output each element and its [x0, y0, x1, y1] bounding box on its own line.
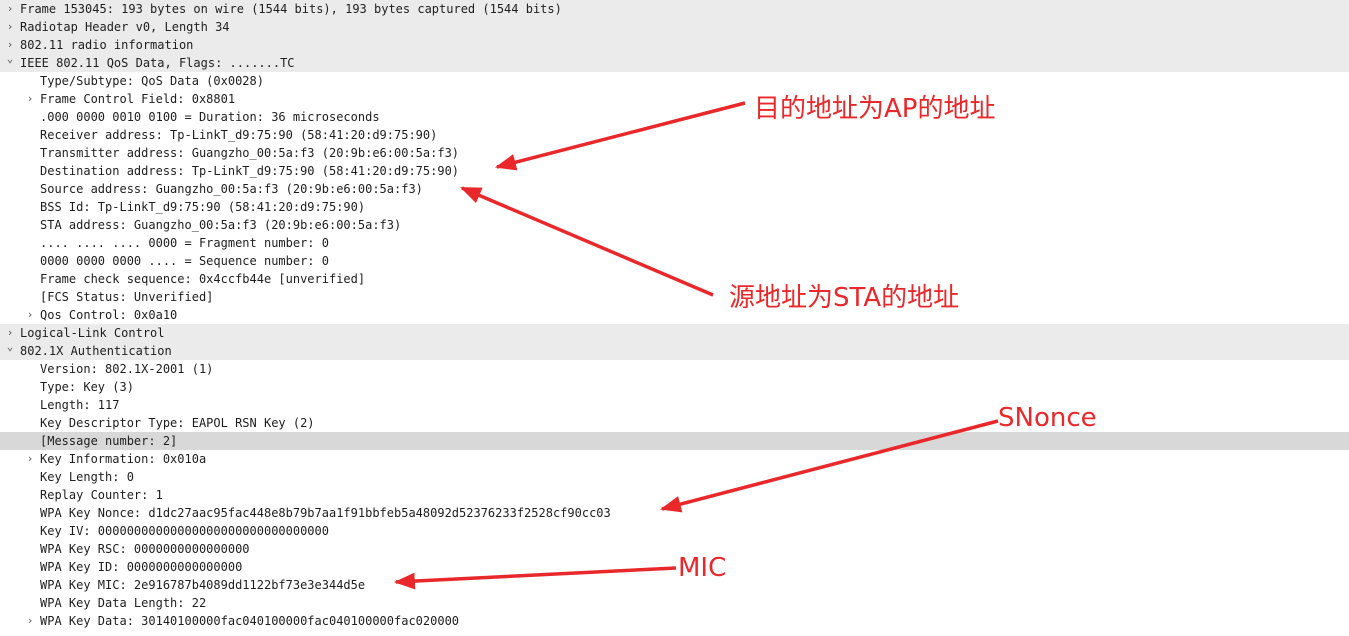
- tree-field-row[interactable]: WPA Key Nonce: d1dc27aac95fac448e8b79b7a…: [0, 504, 1349, 522]
- tree-section-row[interactable]: › Frame 153045: 193 bytes on wire (1544 b…: [0, 0, 1349, 18]
- tree-field-row[interactable]: .000 0000 0010 0100 = Duration: 36 micro…: [0, 108, 1349, 126]
- chevron-right-icon[interactable]: ›: [3, 18, 17, 36]
- chevron-right-icon[interactable]: ›: [23, 306, 37, 324]
- tree-field-row[interactable]: Type: Key (3): [0, 378, 1349, 396]
- chevron-down-icon[interactable]: ⌄: [3, 338, 17, 356]
- tree-row-label: Length: 117: [40, 398, 120, 412]
- tree-row-label: WPA Key ID: 0000000000000000: [40, 560, 243, 574]
- tree-field-row[interactable]: Frame check sequence: 0x4ccfb44e [unveri…: [0, 270, 1349, 288]
- tree-row-label: WPA Key Nonce: d1dc27aac95fac448e8b79b7a…: [40, 506, 611, 520]
- tree-field-row[interactable]: Type/Subtype: QoS Data (0x0028): [0, 72, 1349, 90]
- tree-row-label: Type: Key (3): [40, 380, 134, 394]
- snonce-annotation: SNonce: [998, 403, 1097, 433]
- tree-row-label: Replay Counter: 1: [40, 488, 163, 502]
- tree-field-row[interactable]: › Key Information: 0x010a: [0, 450, 1349, 468]
- src-annotation: 源地址为STA的地址: [729, 283, 960, 313]
- tree-field-row[interactable]: Receiver address: Tp-LinkT_d9:75:90 (58:…: [0, 126, 1349, 144]
- packet-details-tree: › Frame 153045: 193 bytes on wire (1544 b…: [0, 0, 1349, 630]
- tree-row-label: Key Descriptor Type: EAPOL RSN Key (2): [40, 416, 315, 430]
- tree-row-label: Key IV: 00000000000000000000000000000000: [40, 524, 329, 538]
- tree-row-label: STA address: Guangzho_00:5a:f3 (20:9b:e6…: [40, 218, 402, 232]
- tree-row-label: IEEE 802.11 QoS Data, Flags: .......TC: [20, 56, 295, 70]
- tree-row-label: Receiver address: Tp-LinkT_d9:75:90 (58:…: [40, 128, 438, 142]
- tree-field-row[interactable]: WPA Key MIC: 2e916787b4089dd1122bf73e3e3…: [0, 576, 1349, 594]
- chevron-right-icon[interactable]: ›: [23, 612, 37, 630]
- tree-row-label: Logical-Link Control: [20, 326, 165, 340]
- tree-field-row[interactable]: › WPA Key Data: 30140100000fac040100000fa…: [0, 612, 1349, 630]
- tree-row-label: Type/Subtype: QoS Data (0x0028): [40, 74, 264, 88]
- tree-row-label: 802.11 radio information: [20, 38, 194, 52]
- tree-row-label: BSS Id: Tp-LinkT_d9:75:90 (58:41:20:d9:7…: [40, 200, 366, 214]
- tree-field-row[interactable]: Length: 117: [0, 396, 1349, 414]
- tree-section-row[interactable]: ⌄ 802.1X Authentication: [0, 340, 1349, 360]
- tree-row-label: WPA Key MIC: 2e916787b4089dd1122bf73e3e3…: [40, 578, 366, 592]
- tree-row-label: Qos Control: 0x0a10: [40, 308, 178, 322]
- tree-row-label: Destination address: Tp-LinkT_d9:75:90 (…: [40, 164, 460, 178]
- tree-section-row[interactable]: › 802.11 radio information: [0, 36, 1349, 54]
- tree-row-label: [FCS Status: Unverified]: [40, 290, 214, 304]
- tree-row-label: 802.1X Authentication: [20, 344, 172, 358]
- tree-field-row[interactable]: .... .... .... 0000 = Fragment number: 0: [0, 234, 1349, 252]
- tree-field-row[interactable]: 0000 0000 0000 .... = Sequence number: 0: [0, 252, 1349, 270]
- tree-field-row[interactable]: STA address: Guangzho_00:5a:f3 (20:9b:e6…: [0, 216, 1349, 234]
- tree-field-row[interactable]: [FCS Status: Unverified]: [0, 288, 1349, 306]
- chevron-down-icon[interactable]: ⌄: [3, 50, 17, 68]
- tree-row-label: WPA Key RSC: 0000000000000000: [40, 542, 250, 556]
- tree-field-row[interactable]: Transmitter address: Guangzho_00:5a:f3 (…: [0, 144, 1349, 162]
- mic-annotation: MIC: [678, 553, 727, 583]
- tree-field-row[interactable]: BSS Id: Tp-LinkT_d9:75:90 (58:41:20:d9:7…: [0, 198, 1349, 216]
- tree-row-label: Transmitter address: Guangzho_00:5a:f3 (…: [40, 146, 460, 160]
- tree-field-row[interactable]: WPA Key RSC: 0000000000000000: [0, 540, 1349, 558]
- tree-field-row[interactable]: › Qos Control: 0x0a10: [0, 306, 1349, 324]
- tree-field-row[interactable]: Key Descriptor Type: EAPOL RSN Key (2): [0, 414, 1349, 432]
- tree-row-label: WPA Key Data Length: 22: [40, 596, 207, 610]
- chevron-right-icon[interactable]: ›: [23, 450, 37, 468]
- dest-annotation: 目的地址为AP的地址: [754, 94, 996, 124]
- tree-field-row[interactable]: WPA Key ID: 0000000000000000: [0, 558, 1349, 576]
- tree-row-label: Radiotap Header v0, Length 34: [20, 20, 230, 34]
- tree-field-row[interactable]: Source address: Guangzho_00:5a:f3 (20:9b…: [0, 180, 1349, 198]
- tree-section-row[interactable]: › Logical-Link Control: [0, 324, 1349, 342]
- tree-row-label: WPA Key Data: 30140100000fac040100000fac…: [40, 614, 460, 628]
- tree-row-label: .... .... .... 0000 = Fragment number: 0: [40, 236, 329, 250]
- tree-field-row[interactable]: Replay Counter: 1: [0, 486, 1349, 504]
- tree-field-row[interactable]: Key Length: 0: [0, 468, 1349, 486]
- tree-row-label: .000 0000 0010 0100 = Duration: 36 micro…: [40, 110, 380, 124]
- tree-section-row[interactable]: ⌄ IEEE 802.11 QoS Data, Flags: .......TC: [0, 52, 1349, 72]
- tree-row-label: Source address: Guangzho_00:5a:f3 (20:9b…: [40, 182, 423, 196]
- tree-row-label: Frame check sequence: 0x4ccfb44e [unveri…: [40, 272, 366, 286]
- tree-field-row[interactable]: [Message number: 2]: [0, 432, 1349, 450]
- tree-field-row[interactable]: Key IV: 00000000000000000000000000000000: [0, 522, 1349, 540]
- chevron-right-icon[interactable]: ›: [3, 0, 17, 18]
- tree-row-label: 0000 0000 0000 .... = Sequence number: 0: [40, 254, 329, 268]
- tree-field-row[interactable]: WPA Key Data Length: 22: [0, 594, 1349, 612]
- tree-row-label: Version: 802.1X-2001 (1): [40, 362, 214, 376]
- tree-row-label: [Message number: 2]: [40, 434, 178, 448]
- tree-section-row[interactable]: › Radiotap Header v0, Length 34: [0, 18, 1349, 36]
- tree-row-label: Key Length: 0: [40, 470, 134, 484]
- tree-field-row[interactable]: › Frame Control Field: 0x8801: [0, 90, 1349, 108]
- tree-row-label: Frame 153045: 193 bytes on wire (1544 bi…: [20, 2, 562, 16]
- chevron-right-icon[interactable]: ›: [23, 90, 37, 108]
- tree-row-label: Frame Control Field: 0x8801: [40, 92, 236, 106]
- tree-field-row[interactable]: Version: 802.1X-2001 (1): [0, 360, 1349, 378]
- tree-row-label: Key Information: 0x010a: [40, 452, 207, 466]
- tree-field-row[interactable]: Destination address: Tp-LinkT_d9:75:90 (…: [0, 162, 1349, 180]
